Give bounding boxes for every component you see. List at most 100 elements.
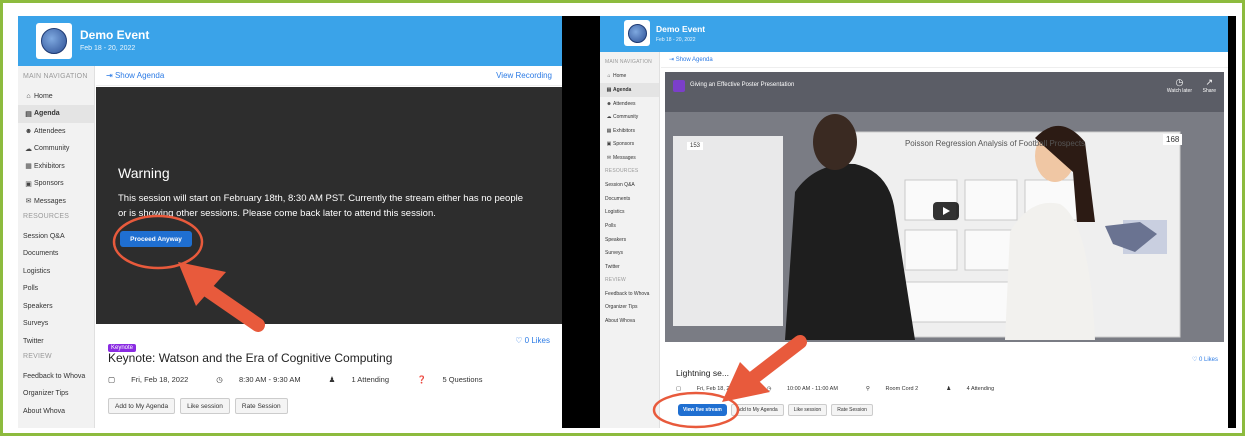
share-button[interactable]: ↗ Share [1203, 77, 1216, 94]
sidebar-item-sponsors[interactable]: ▣ Sponsors [600, 138, 659, 152]
warning-message: This session will start on February 18th… [118, 193, 523, 219]
event-title: Demo Event [80, 28, 150, 42]
rate-session-button[interactable]: Rate Session [831, 404, 873, 416]
sidebar-review-item[interactable]: Organizer Tips [600, 301, 659, 315]
sidebar-item-community[interactable]: ☁ Community [18, 140, 94, 158]
left-screenshot: Demo Event Feb 18 - 20, 2022 Main Naviga… [18, 16, 562, 428]
sidebar-item-label: Logistics [605, 209, 625, 216]
sidebar-item-attendees[interactable]: ☻ Attendees [18, 123, 94, 141]
sidebar-review-item[interactable]: Feedback to Whova [600, 287, 659, 301]
session-date-text: Fri, Feb 18, 2022 [696, 386, 739, 392]
sidebar-resource-item[interactable]: Session Q&A [18, 228, 94, 246]
rate-session-button[interactable]: Rate Session [234, 398, 288, 414]
community-icon: ☁ [606, 114, 612, 121]
show-agenda-link[interactable]: ⇥ Show Agenda [669, 56, 713, 63]
sidebar-item-label: Attendees [613, 100, 636, 107]
agenda-icon: ▤ [606, 86, 612, 93]
sidebar-item-messages[interactable]: ✉ Messages [18, 193, 94, 211]
video-player[interactable]: Giving an Effective Poster Presentation … [665, 72, 1224, 342]
exhibitors-icon: ▦ [606, 127, 612, 134]
sidebar-item-attendees[interactable]: ☻ Attendees [600, 97, 659, 111]
calendar-icon: ▢ [108, 375, 118, 384]
likes-button[interactable]: ♡ 0 Likes [515, 336, 550, 345]
sidebar-resource-item[interactable]: Speakers [18, 298, 94, 316]
session-details: Keynote ♡ 0 Likes Keynote: Watson and th… [96, 324, 562, 428]
sidebar-item-home[interactable]: ⌂ Home [18, 88, 94, 106]
proceed-anyway-button[interactable]: Proceed Anyway [120, 231, 192, 247]
play-button[interactable] [933, 202, 959, 220]
resources-heading: Resources [605, 167, 639, 174]
like-session-button[interactable]: Like session [787, 404, 828, 416]
likes-count: 0 Likes [1198, 357, 1218, 363]
watch-later-button[interactable]: ◷ Watch later [1167, 77, 1192, 94]
resources-heading: Resources [23, 213, 70, 220]
agenda-toolbar: ⇥ Show Agenda [661, 52, 1228, 68]
poster-number-left: 153 [687, 142, 704, 150]
sidebar-resource-item[interactable]: Polls [600, 219, 659, 233]
sidebar-item-label: Documents [23, 250, 59, 258]
clock-icon: ◷ [216, 375, 225, 384]
sidebar-item-exhibitors[interactable]: ▦ Exhibitors [18, 158, 94, 176]
sidebar-item-messages[interactable]: ✉ Messages [600, 151, 659, 165]
sidebar-resource-item[interactable]: Twitter [600, 260, 659, 274]
view-live-stream-button[interactable]: View live stream [678, 404, 727, 416]
home-icon: ⌂ [26, 92, 31, 100]
share-icon: ↗ [1205, 77, 1214, 87]
messages-icon: ✉ [606, 154, 612, 161]
sidebar-resource-item[interactable]: Speakers [600, 233, 659, 247]
session-date-text: Fri, Feb 18, 2022 [131, 375, 189, 384]
exhibitors-icon: ▦ [25, 163, 32, 171]
right-screenshot: Demo Event Feb 18 - 20, 2022 Main Naviga… [570, 16, 1236, 428]
add-to-agenda-button[interactable]: Add to My Agenda [108, 398, 176, 414]
sidebar-item-label: Exhibitors [613, 127, 635, 134]
event-logo [36, 23, 72, 59]
session-actions: Add to My Agenda Like session Rate Sessi… [108, 398, 288, 414]
person-icon: ♟ [328, 375, 338, 384]
session-time: ◷ 10:00 AM - 11:00 AM [767, 386, 852, 392]
sidebar-resource-item[interactable]: Surveys [600, 246, 659, 260]
questions-text: 5 Questions [442, 375, 483, 384]
sidebar-resource-item[interactable]: Logistics [600, 206, 659, 220]
sidebar-item-sponsors[interactable]: ▣ Sponsors [18, 175, 94, 193]
sidebar-item-label: Organizer Tips [605, 304, 638, 311]
sidebar-item-label: Documents [605, 195, 631, 202]
session-room-text: Room Cord 2 [885, 386, 919, 392]
sidebar-item-home[interactable]: ⌂ Home [600, 70, 659, 84]
stream-warning-panel: Warning This session will start on Febru… [96, 87, 562, 324]
sidebar-item-label: Twitter [23, 337, 44, 345]
sidebar-item-label: Session Q&A [605, 182, 635, 189]
event-title: Demo Event [656, 24, 706, 34]
sidebar-review-item[interactable]: About Whova [18, 403, 94, 421]
sidebar-resource-item[interactable]: Logistics [18, 263, 94, 281]
globe-icon [627, 23, 647, 43]
sidebar-review-item[interactable]: Feedback to Whova [18, 368, 94, 386]
add-to-agenda-button[interactable]: Add to My Agenda [730, 404, 784, 416]
view-recording-link[interactable]: View Recording [496, 71, 552, 80]
sidebar-item-exhibitors[interactable]: ▦ Exhibitors [600, 124, 659, 138]
sidebar-resource-item[interactable]: Surveys [18, 315, 94, 333]
sidebar-item-label: Messages [34, 197, 66, 205]
poster-number-right: 168 [1163, 134, 1183, 145]
session-questions: ❓ 5 Questions [417, 375, 496, 384]
likes-button[interactable]: ♡ 0 Likes [1192, 356, 1218, 363]
attending-text: 4 Attending [966, 386, 995, 392]
calendar-icon: ▢ [676, 386, 683, 392]
play-icon [943, 207, 950, 215]
sidebar-resource-item[interactable]: Polls [18, 280, 94, 298]
show-agenda-link[interactable]: ⇥ Show Agenda [106, 71, 164, 80]
sidebar-item-label: Session Q&A [23, 232, 65, 240]
sidebar-review-item[interactable]: About Whova [600, 314, 659, 328]
sidebar-resource-item[interactable]: Session Q&A [600, 178, 659, 192]
app-header: Demo Event Feb 18 - 20, 2022 [18, 16, 562, 66]
video-title: Giving an Effective Poster Presentation [690, 82, 795, 88]
sidebar-resource-item[interactable]: Twitter [18, 333, 94, 351]
sidebar-review-item[interactable]: Organizer Tips [18, 385, 94, 403]
sidebar-item-agenda[interactable]: ▤ Agenda [600, 83, 659, 97]
sidebar-resource-item[interactable]: Documents [18, 245, 94, 263]
sidebar-item-community[interactable]: ☁ Community [600, 110, 659, 124]
like-session-button[interactable]: Like session [180, 398, 230, 414]
location-icon: ⚲ [865, 386, 872, 392]
sidebar-resource-item[interactable]: Documents [600, 192, 659, 206]
sidebar-item-agenda[interactable]: ▤ Agenda [18, 105, 94, 123]
sidebar-item-label: Organizer Tips [23, 390, 69, 398]
